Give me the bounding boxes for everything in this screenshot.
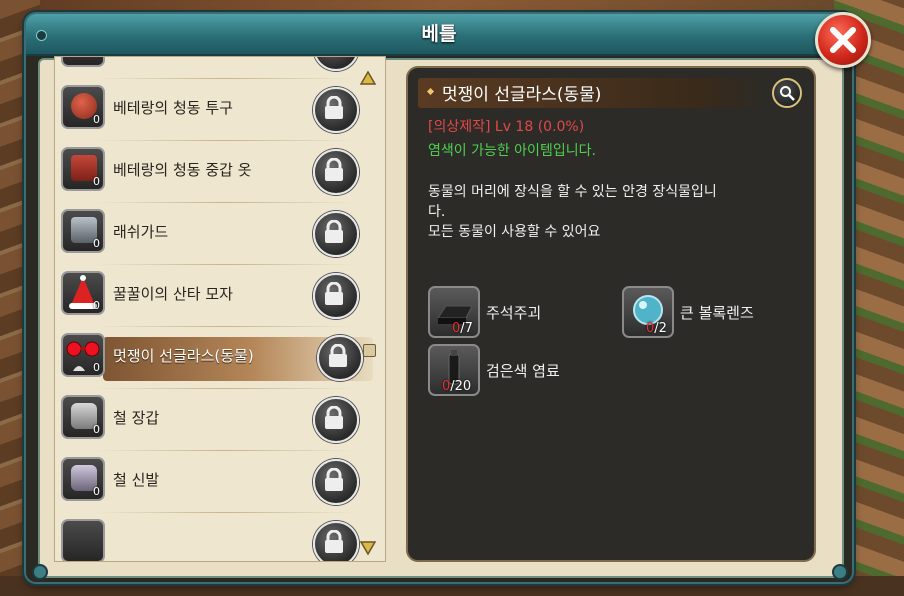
scrollbar-thumb[interactable] xyxy=(363,344,376,357)
material-slot[interactable]: 0/2 큰 볼록렌즈 xyxy=(622,286,812,338)
item-detail-panel: 멋쟁이 선글라스(동물) [의상제작] Lv 18 (0.0%) 염색이 가능한… xyxy=(406,66,816,562)
material-name: 주석주괴 xyxy=(486,304,542,322)
black-dye-icon: 0/20 xyxy=(428,344,480,396)
lock-button[interactable] xyxy=(313,521,359,561)
sunglasses-icon: 0 xyxy=(61,333,105,377)
lock-button[interactable] xyxy=(313,87,359,133)
tin-ingot-icon: 0/7 xyxy=(428,286,480,338)
lock-button[interactable] xyxy=(313,56,359,71)
skill-requirement: [의상제작] Lv 18 (0.0%) xyxy=(428,119,585,135)
lock-icon xyxy=(325,96,343,119)
item-name: 베테랑의 청동 투구 xyxy=(113,99,233,117)
santa-hat-icon: 0 xyxy=(61,271,105,315)
list-item[interactable]: 0 철 장갑 xyxy=(55,389,385,451)
frame-corner-icon xyxy=(832,564,848,580)
bronze-armor-icon: 0 xyxy=(61,147,105,191)
scroll-down-arrow-icon[interactable] xyxy=(360,538,376,556)
item-description: 동물의 머리에 장식을 할 수 있는 안경 장식물입니 다. 모든 동물이 사용… xyxy=(428,182,788,242)
detail-title: 멋쟁이 선글라스(동물) xyxy=(442,85,602,105)
search-button[interactable] xyxy=(772,78,802,108)
list-item[interactable]: 0 베테랑의 청동 중갑 옷 xyxy=(55,141,385,203)
material-slot[interactable]: 0/7 주석주괴 xyxy=(428,286,618,338)
list-item[interactable] xyxy=(55,513,385,561)
close-icon xyxy=(830,27,856,53)
title-bar[interactable]: 베틀 xyxy=(26,14,852,56)
iron-shoes-icon: 0 xyxy=(61,457,105,501)
lock-icon xyxy=(325,406,343,429)
material-name: 검은색 염료 xyxy=(486,362,560,380)
window-title: 베틀 xyxy=(421,23,457,45)
lock-icon xyxy=(325,158,343,181)
material-name: 큰 볼록렌즈 xyxy=(680,304,754,322)
item-name: 꿀꿀이의 산타 모자 xyxy=(113,285,233,303)
list-item[interactable]: 0 베테랑의 청동 투구 xyxy=(55,79,385,141)
material-count: 0/7 xyxy=(452,321,473,336)
close-button[interactable] xyxy=(815,12,871,68)
item-name: 철 신발 xyxy=(113,471,160,489)
partial-item-icon xyxy=(61,57,105,67)
dye-note: 염색이 가능한 아이템입니다. xyxy=(428,143,596,159)
material-count: 0/20 xyxy=(442,379,472,394)
partial-item-icon xyxy=(61,519,105,561)
item-name: 철 장갑 xyxy=(113,409,160,427)
scroll-up-arrow-icon[interactable] xyxy=(360,70,376,88)
description-line: 다. xyxy=(428,204,446,220)
list-item-selected[interactable]: 0 멋쟁이 선글라스(동물) xyxy=(55,327,385,389)
lock-button[interactable] xyxy=(313,397,359,443)
lock-icon xyxy=(324,56,344,58)
item-name: 멋쟁이 선글라스(동물) xyxy=(113,347,254,365)
recipe-list[interactable]: 0 베테랑의 청동 투구 0 베테랑의 청동 중갑 옷 0 래쉬가드 0 꿀꿀이… xyxy=(54,56,386,562)
lock-button[interactable] xyxy=(313,273,359,319)
lock-icon xyxy=(325,220,343,243)
convex-lens-icon: 0/2 xyxy=(622,286,674,338)
material-count: 0/2 xyxy=(646,321,667,336)
list-item[interactable]: 0 래쉬가드 xyxy=(55,203,385,265)
lock-button[interactable] xyxy=(313,211,359,257)
lock-button[interactable] xyxy=(313,459,359,505)
lock-button[interactable] xyxy=(313,149,359,195)
lock-icon xyxy=(325,468,343,491)
lock-icon xyxy=(325,282,343,305)
frame-corner-icon xyxy=(32,564,48,580)
description-line: 모든 동물이 사용할 수 있어요 xyxy=(428,224,601,240)
bronze-helmet-icon: 0 xyxy=(61,85,105,129)
iron-gloves-icon: 0 xyxy=(61,395,105,439)
list-item[interactable]: 0 꿀꿀이의 산타 모자 xyxy=(55,265,385,327)
magnifier-icon xyxy=(780,86,795,101)
lock-button[interactable] xyxy=(317,335,363,381)
item-name: 래쉬가드 xyxy=(113,223,169,241)
list-item[interactable]: 0 철 신발 xyxy=(55,451,385,513)
rashguard-icon: 0 xyxy=(61,209,105,253)
lock-icon xyxy=(329,344,347,367)
item-name: 베테랑의 청동 중갑 옷 xyxy=(113,161,252,179)
material-slot[interactable]: 0/20 검은색 염료 xyxy=(428,344,618,396)
list-item[interactable] xyxy=(55,56,385,79)
lock-icon xyxy=(325,530,343,553)
description-line: 동물의 머리에 장식을 할 수 있는 안경 장식물입니 xyxy=(428,184,717,200)
